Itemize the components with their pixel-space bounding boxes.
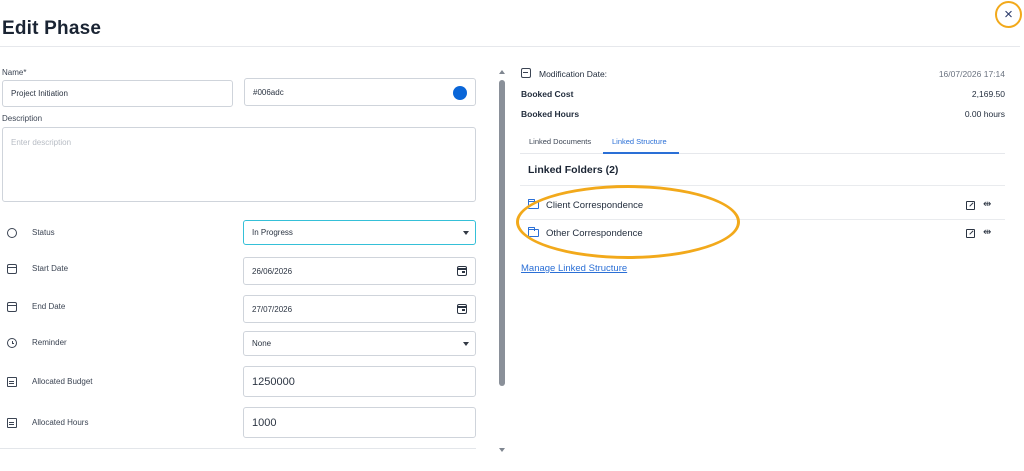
name-input[interactable]: Project Initiation (2, 80, 233, 107)
scrollbar-thumb[interactable] (499, 80, 505, 386)
folder-icon (528, 199, 539, 209)
start-date-input[interactable]: 26/06/2026 (243, 257, 476, 285)
description-label: Description (2, 114, 43, 123)
form-divider (0, 448, 476, 449)
unlink-icon[interactable]: ⇹ (983, 199, 991, 210)
folder-label[interactable]: Other Correspondence (546, 228, 643, 239)
allocated-budget-value: 1250000 (252, 375, 295, 388)
modification-date-label: Modification Date: (539, 69, 608, 79)
title-divider (0, 46, 1020, 47)
chevron-down-icon (463, 341, 469, 346)
open-external-icon[interactable] (966, 229, 975, 238)
allocated-hours-label: Allocated Hours (32, 418, 89, 427)
color-input-value: #006adc (253, 87, 284, 97)
row-divider (520, 219, 1005, 220)
name-input-value: Project Initiation (11, 89, 68, 98)
color-input[interactable]: #006adc (244, 78, 476, 106)
list-item[interactable]: Client Correspondence ⇹ (520, 193, 1005, 219)
booked-cost-label: Booked Cost (521, 89, 574, 99)
calendar-icon (7, 264, 17, 274)
allocated-hours-input[interactable]: 1000 (243, 407, 476, 438)
reminder-select[interactable]: None (243, 331, 476, 356)
booked-hours-label: Booked Hours (521, 109, 580, 119)
chevron-down-icon (463, 230, 469, 235)
list-item[interactable]: Other Correspondence ⇹ (520, 221, 1005, 247)
close-button[interactable]: × (995, 1, 1022, 28)
tab-linked-documents[interactable]: Linked Documents (529, 137, 591, 146)
tabs-divider (520, 153, 1005, 154)
scroll-down-icon[interactable] (499, 448, 505, 452)
folder-label[interactable]: Client Correspondence (546, 200, 643, 211)
modification-date-icon (521, 68, 531, 78)
unlink-icon[interactable]: ⇹ (983, 227, 991, 238)
page-title: Edit Phase (2, 18, 102, 39)
color-swatch[interactable] (453, 86, 467, 100)
active-tab-indicator (603, 152, 679, 154)
start-date-label: Start Date (32, 264, 69, 273)
clock-icon (7, 338, 17, 348)
linked-folders-title: Linked Folders (2) (528, 164, 619, 176)
status-label: Status (32, 228, 55, 237)
end-date-input[interactable]: 27/07/2026 (243, 295, 476, 323)
date-picker-icon[interactable] (457, 304, 467, 314)
status-select-value: In Progress (252, 228, 293, 237)
form-scrollbar[interactable] (498, 70, 506, 452)
status-icon (7, 228, 17, 238)
booked-cost-value: 2,169.50 (971, 89, 1005, 99)
calendar-icon (7, 302, 17, 312)
hours-icon (7, 418, 17, 428)
date-picker-icon[interactable] (457, 266, 467, 276)
status-select[interactable]: In Progress (243, 220, 476, 245)
section-divider (520, 185, 1005, 186)
name-label: Name* (2, 68, 27, 77)
allocated-budget-input[interactable]: 1250000 (243, 366, 476, 397)
folder-icon (528, 227, 539, 237)
close-icon: × (1004, 6, 1013, 23)
open-external-icon[interactable] (966, 201, 975, 210)
scroll-up-icon[interactable] (499, 70, 505, 74)
reminder-select-value: None (252, 339, 272, 348)
allocated-budget-label: Allocated Budget (32, 377, 93, 386)
tab-linked-structure[interactable]: Linked Structure (612, 137, 667, 146)
manage-linked-structure-link[interactable]: Manage Linked Structure (521, 263, 627, 274)
description-placeholder: Enter description (11, 138, 72, 147)
start-date-value: 26/06/2026 (252, 266, 293, 276)
allocated-hours-value: 1000 (252, 416, 277, 429)
reminder-label: Reminder (32, 338, 67, 347)
modification-date-value: 16/07/2026 17:14 (938, 69, 1005, 79)
budget-icon (7, 377, 17, 387)
booked-hours-value: 0.00 hours (964, 109, 1005, 119)
description-textarea[interactable]: Enter description (2, 127, 476, 202)
end-date-label: End Date (32, 302, 66, 311)
end-date-value: 27/07/2026 (252, 304, 293, 314)
